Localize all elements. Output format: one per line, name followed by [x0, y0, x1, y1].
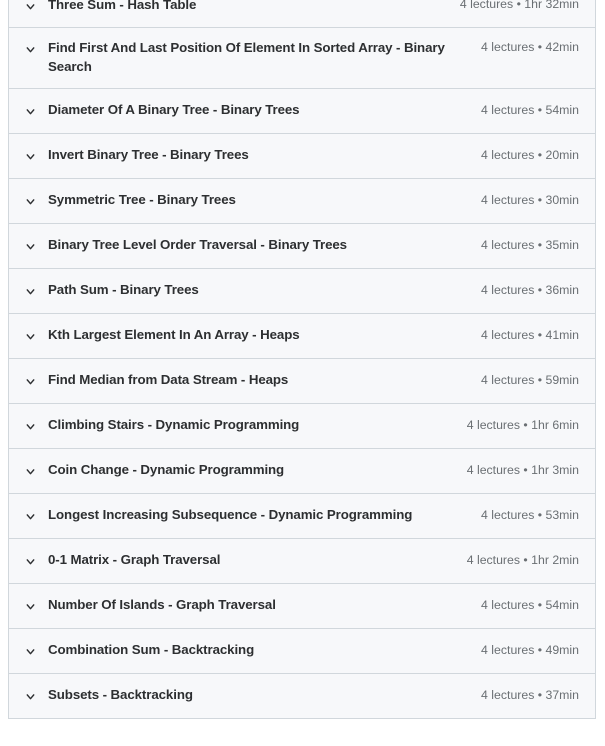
section-title: Climbing Stairs - Dynamic Programming: [48, 417, 300, 433]
chevron-down-icon[interactable]: [22, 464, 38, 480]
chevron-down-icon[interactable]: [22, 419, 38, 435]
curriculum-section-row[interactable]: Three Sum - Hash Table 4 lectures • 1hr 3…: [9, 0, 595, 28]
chevron-down-icon[interactable]: [22, 0, 38, 14]
curriculum-section-row[interactable]: Find First And Last Position Of Element …: [9, 28, 595, 89]
curriculum-section-row[interactable]: Coin Change - Dynamic Programming 4 lectu…: [9, 448, 595, 494]
curriculum-section-row[interactable]: Symmetric Tree - Binary Trees 4 lectures …: [9, 178, 595, 224]
chevron-down-icon[interactable]: [22, 689, 38, 705]
section-title: Number Of Islands - Graph Traversal: [48, 597, 276, 613]
chevron-down-icon[interactable]: [22, 599, 38, 615]
curriculum-section-row[interactable]: Climbing Stairs - Dynamic Programming 4 l…: [9, 403, 595, 449]
section-title: Longest Increasing Subsequence - Dynamic…: [48, 507, 413, 523]
chevron-down-icon[interactable]: [22, 509, 38, 525]
curriculum-section-row[interactable]: Diameter Of A Binary Tree - Binary Trees…: [9, 88, 595, 134]
section-meta: 4 lectures • 1hr 2min: [466, 553, 579, 568]
chevron-down-icon[interactable]: [22, 374, 38, 390]
chevron-down-icon[interactable]: [22, 194, 38, 210]
chevron-down-icon[interactable]: [22, 644, 38, 660]
curriculum-section-row[interactable]: Number Of Islands - Graph Traversal 4 lec…: [9, 583, 595, 629]
curriculum-accordion: Three Sum - Hash Table 4 lectures • 1hr 3…: [8, 0, 596, 719]
curriculum-section-row[interactable]: Path Sum - Binary Trees 4 lectures • 36mi…: [9, 268, 595, 314]
section-title: Subsets - Backtracking: [48, 687, 193, 703]
section-meta: 4 lectures • 41min: [481, 328, 579, 343]
curriculum-section-row[interactable]: Combination Sum - Backtracking 4 lectures…: [9, 628, 595, 674]
section-title: Combination Sum - Backtracking: [48, 642, 255, 658]
chevron-down-icon[interactable]: [22, 329, 38, 345]
section-meta: 4 lectures • 37min: [481, 688, 579, 703]
chevron-down-icon[interactable]: [22, 104, 38, 120]
section-meta: 4 lectures • 53min: [481, 508, 579, 523]
section-meta: 4 lectures • 59min: [481, 373, 579, 388]
section-meta: 4 lectures • 1hr 32min: [459, 0, 579, 12]
section-title: Binary Tree Level Order Traversal - Bina…: [48, 237, 347, 253]
curriculum-section-row[interactable]: Subsets - Backtracking 4 lectures • 37min: [9, 673, 595, 719]
section-meta: 4 lectures • 30min: [481, 193, 579, 208]
chevron-down-icon[interactable]: [22, 41, 38, 57]
section-title: Find Median from Data Stream - Heaps: [48, 372, 289, 388]
section-meta: 4 lectures • 1hr 6min: [466, 418, 579, 433]
section-title: Kth Largest Element In An Array - Heaps: [48, 327, 300, 343]
chevron-down-icon[interactable]: [22, 149, 38, 165]
section-meta: 4 lectures • 36min: [481, 283, 579, 298]
curriculum-section-row[interactable]: Longest Increasing Subsequence - Dynamic…: [9, 493, 595, 539]
curriculum-section-row[interactable]: Kth Largest Element In An Array - Heaps 4…: [9, 313, 595, 359]
section-title: 0-1 Matrix - Graph Traversal: [48, 552, 221, 568]
section-title: Invert Binary Tree - Binary Trees: [48, 147, 249, 163]
curriculum-section-row[interactable]: Find Median from Data Stream - Heaps 4 le…: [9, 358, 595, 404]
chevron-down-icon[interactable]: [22, 554, 38, 570]
section-title: Three Sum - Hash Table: [48, 0, 197, 12]
section-title: Symmetric Tree - Binary Trees: [48, 192, 236, 208]
chevron-down-icon[interactable]: [22, 284, 38, 300]
section-meta: 4 lectures • 20min: [481, 148, 579, 163]
curriculum-section-row[interactable]: Binary Tree Level Order Traversal - Bina…: [9, 223, 595, 269]
section-meta: 4 lectures • 35min: [481, 238, 579, 253]
section-meta: 4 lectures • 42min: [481, 40, 579, 54]
curriculum-section-row[interactable]: Invert Binary Tree - Binary Trees 4 lectu…: [9, 133, 595, 179]
curriculum-section-row[interactable]: 0-1 Matrix - Graph Traversal 4 lectures •…: [9, 538, 595, 584]
section-meta: 4 lectures • 49min: [481, 643, 579, 658]
section-meta: 4 lectures • 54min: [481, 103, 579, 118]
chevron-down-icon[interactable]: [22, 239, 38, 255]
section-title: Find First And Last Position Of Element …: [48, 40, 445, 74]
section-title: Path Sum - Binary Trees: [48, 282, 199, 298]
section-meta: 4 lectures • 54min: [481, 598, 579, 613]
section-title: Coin Change - Dynamic Programming: [48, 462, 285, 478]
section-title: Diameter Of A Binary Tree - Binary Trees: [48, 102, 300, 118]
section-meta: 4 lectures • 1hr 3min: [466, 463, 579, 478]
